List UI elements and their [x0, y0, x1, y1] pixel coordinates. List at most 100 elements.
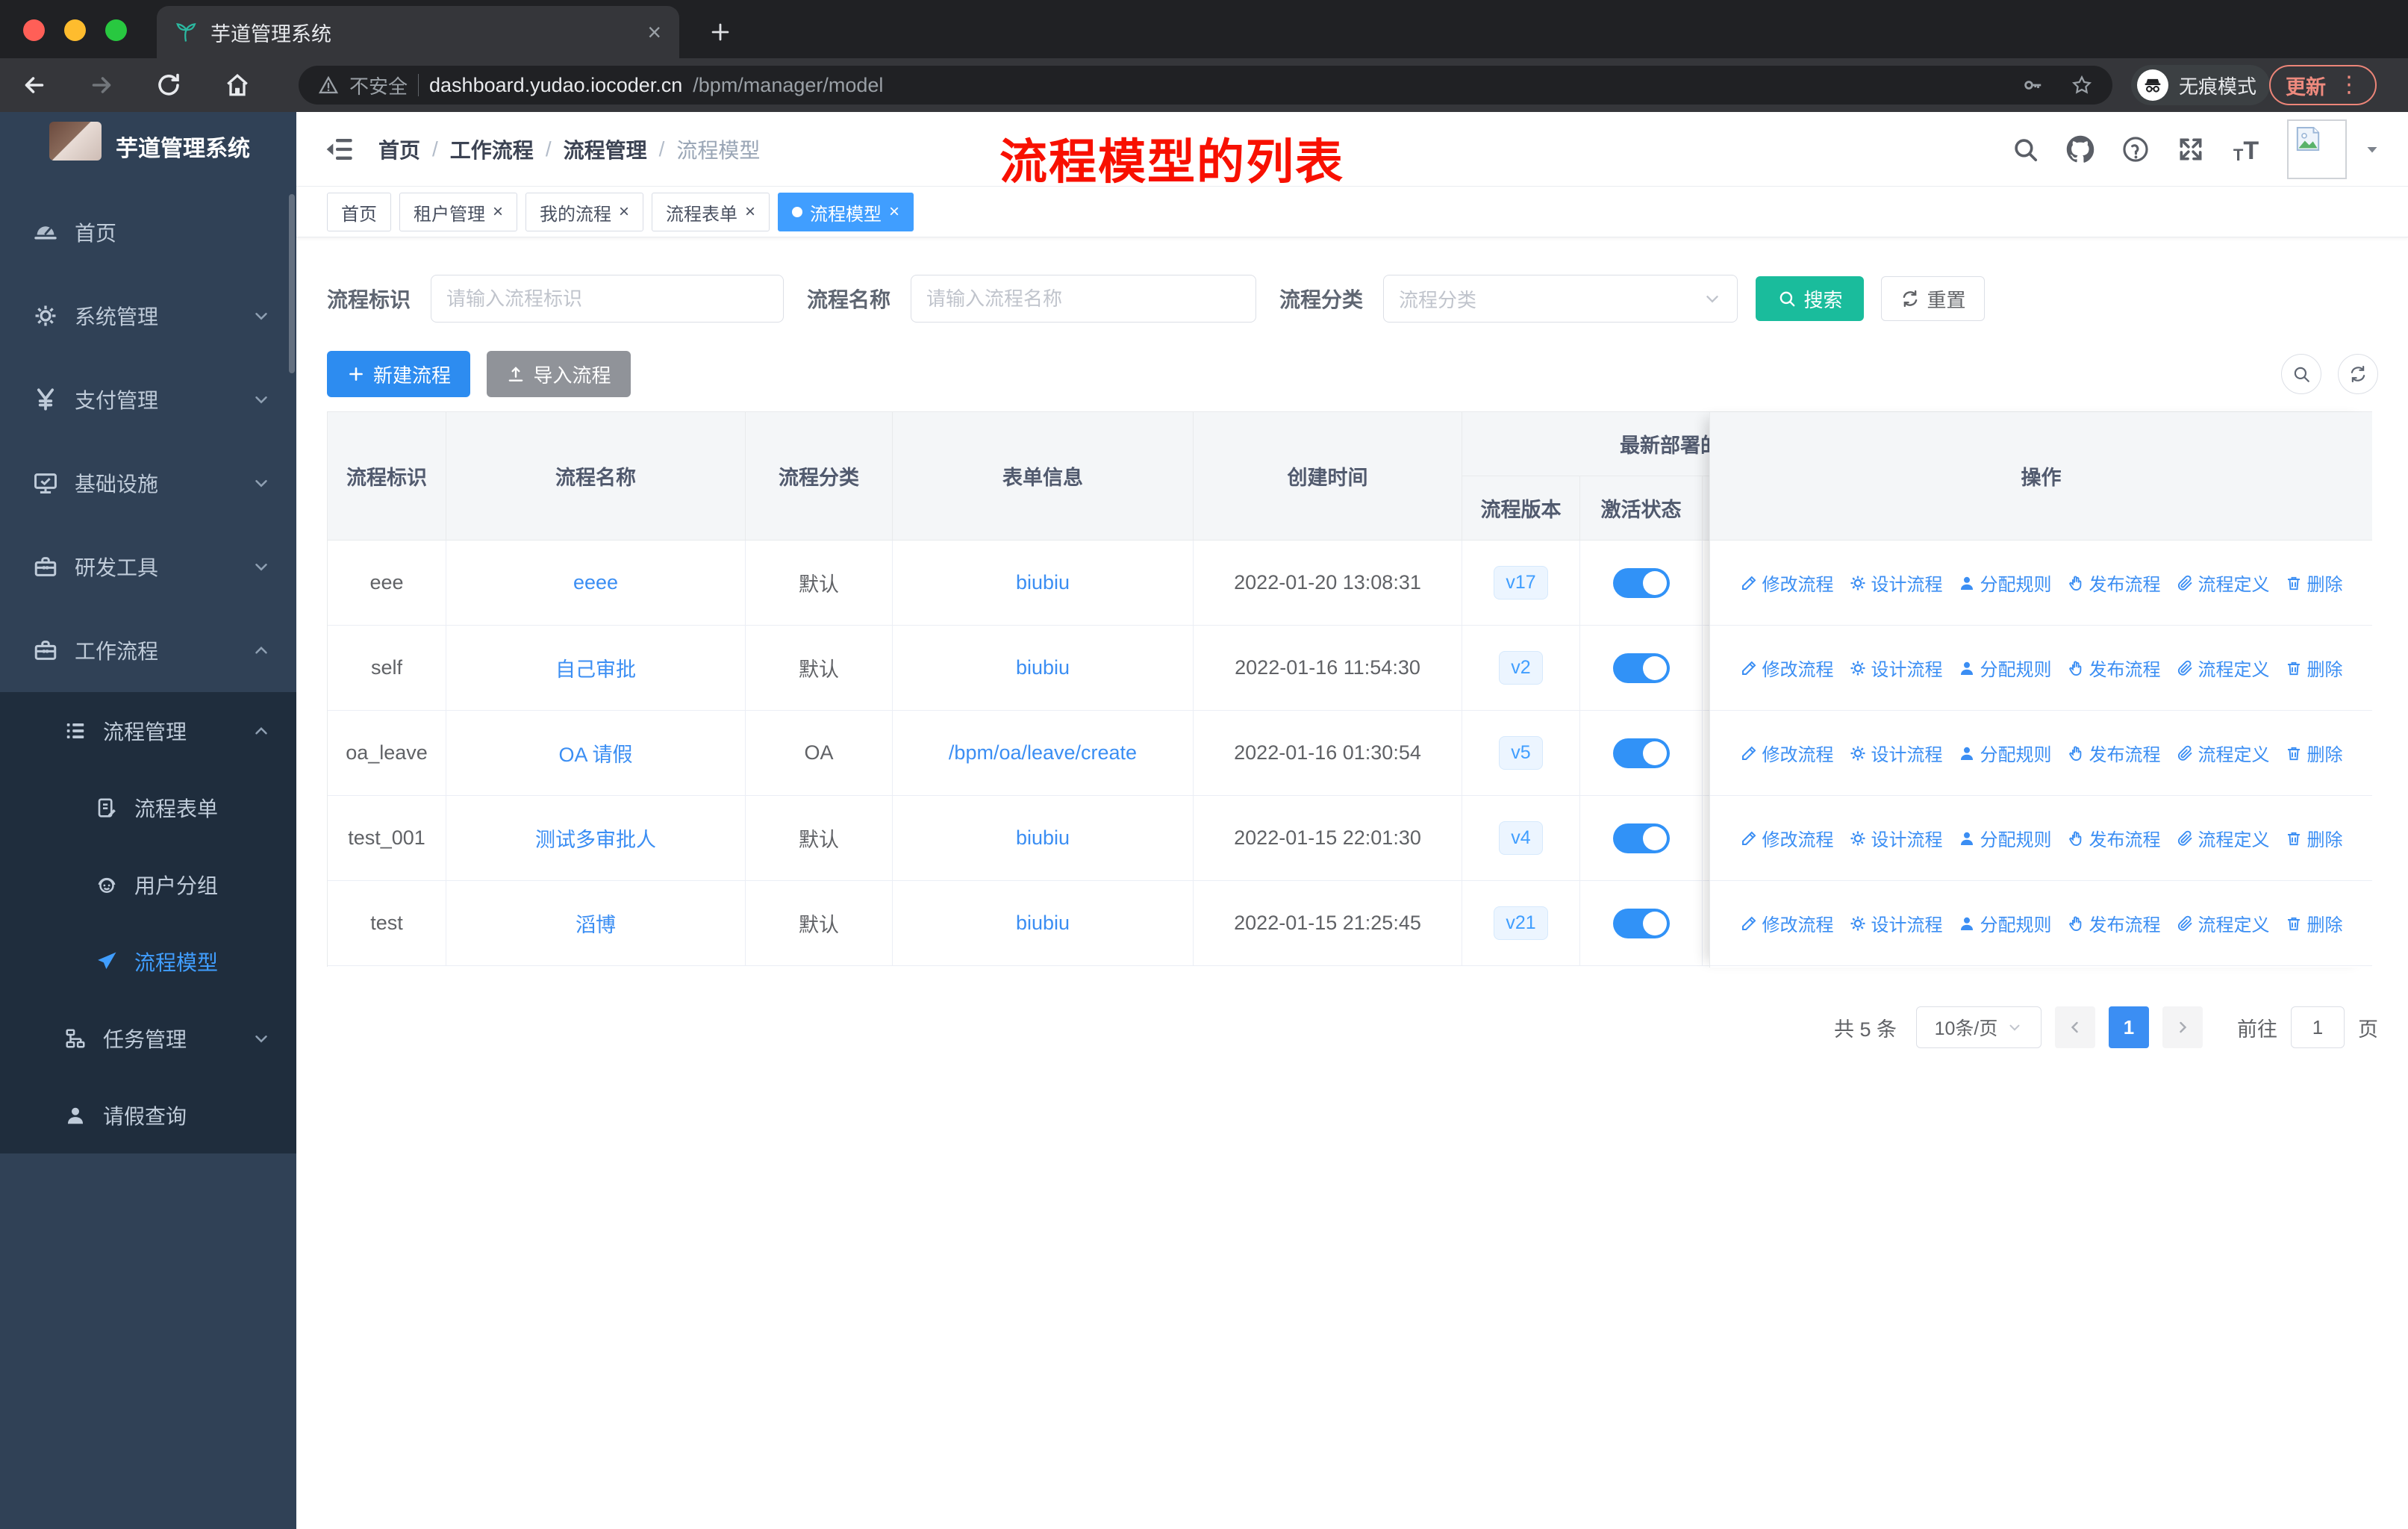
action-删除[interactable]: 删除 [2285, 910, 2343, 936]
show-search-button[interactable] [2281, 354, 2321, 394]
active-toggle[interactable] [1612, 823, 1670, 853]
cell-form-link[interactable]: /bpm/oa/leave/create [893, 711, 1194, 796]
action-流程定义[interactable]: 流程定义 [2176, 655, 2270, 681]
action-设计流程[interactable]: 设计流程 [1849, 570, 1943, 596]
tag-首页[interactable]: 首页 [327, 193, 391, 231]
active-toggle[interactable] [1612, 738, 1670, 768]
sidebar-item-流程表单[interactable]: 流程表单 [0, 769, 296, 846]
sidebar-item-任务管理[interactable]: 任务管理 [0, 1000, 296, 1077]
version-tag[interactable]: v17 [1494, 566, 1548, 600]
address-bar[interactable]: 不安全 dashboard.yudao.iocoder.cn/bpm/manag… [299, 66, 2112, 105]
collapse-sidebar-icon[interactable] [325, 134, 355, 164]
tag-我的流程[interactable]: 我的流程 × [525, 193, 644, 231]
tag-流程模型[interactable]: 流程模型 × [778, 193, 914, 231]
action-分配规则[interactable]: 分配规则 [1958, 825, 2052, 851]
action-设计流程[interactable]: 设计流程 [1849, 825, 1943, 851]
action-发布流程[interactable]: 发布流程 [2067, 655, 2161, 681]
security-label[interactable]: 不安全 [349, 72, 408, 99]
action-发布流程[interactable]: 发布流程 [2067, 825, 2161, 851]
cell-name-link[interactable]: 滔博 [446, 881, 746, 966]
version-tag[interactable]: v2 [1499, 651, 1543, 685]
action-设计流程[interactable]: 设计流程 [1849, 910, 1943, 936]
category-select[interactable]: 流程分类 [1383, 275, 1738, 323]
action-设计流程[interactable]: 设计流程 [1849, 655, 1943, 681]
close-icon[interactable]: × [619, 203, 629, 221]
github-icon[interactable] [2066, 135, 2094, 164]
browser-menu-icon[interactable]: ⋮ [2338, 74, 2360, 96]
sidebar-item-请假查询[interactable]: 请假查询 [0, 1077, 296, 1153]
sidebar-item-研发工具[interactable]: 研发工具 [0, 525, 296, 608]
tag-流程表单[interactable]: 流程表单 × [652, 193, 770, 231]
action-分配规则[interactable]: 分配规则 [1958, 570, 2052, 596]
tag-租户管理[interactable]: 租户管理 × [399, 193, 518, 231]
breadcrumb-item[interactable]: 工作流程 [450, 134, 534, 164]
action-分配规则[interactable]: 分配规则 [1958, 740, 2052, 766]
sidebar-item-用户分组[interactable]: 用户分组 [0, 846, 296, 923]
fontsize-icon[interactable]: TT [2232, 135, 2260, 164]
action-删除[interactable]: 删除 [2285, 655, 2343, 681]
cell-name-link[interactable]: 测试多审批人 [446, 796, 746, 881]
import-model-button[interactable]: 导入流程 [487, 351, 631, 397]
back-icon[interactable] [21, 72, 48, 99]
action-流程定义[interactable]: 流程定义 [2176, 825, 2270, 851]
version-tag[interactable]: v21 [1494, 906, 1548, 940]
refresh-table-button[interactable] [2338, 354, 2378, 394]
version-tag[interactable]: v5 [1499, 736, 1543, 770]
action-分配规则[interactable]: 分配规则 [1958, 655, 2052, 681]
active-toggle[interactable] [1612, 653, 1670, 683]
sidebar-item-系统管理[interactable]: 系统管理 [0, 274, 296, 358]
sidebar-item-工作流程[interactable]: 工作流程 [0, 608, 296, 692]
cell-form-link[interactable]: biubiu [893, 881, 1194, 966]
close-icon[interactable]: × [889, 203, 899, 221]
sidebar-item-首页[interactable]: 首页 [0, 190, 296, 274]
close-tab-icon[interactable]: × [647, 20, 661, 44]
name-input[interactable] [911, 275, 1257, 323]
action-流程定义[interactable]: 流程定义 [2176, 740, 2270, 766]
create-model-button[interactable]: 新建流程 [327, 351, 470, 397]
action-删除[interactable]: 删除 [2285, 570, 2343, 596]
bookmark-star-icon[interactable] [2071, 74, 2093, 96]
breadcrumb-item[interactable]: 首页 [378, 134, 420, 164]
reload-icon[interactable] [155, 72, 182, 99]
action-分配规则[interactable]: 分配规则 [1958, 910, 2052, 936]
cell-name-link[interactable]: 自己审批 [446, 626, 746, 711]
breadcrumb-item[interactable]: 流程管理 [564, 134, 647, 164]
reset-button[interactable]: 重置 [1881, 276, 1986, 321]
action-发布流程[interactable]: 发布流程 [2067, 740, 2161, 766]
action-发布流程[interactable]: 发布流程 [2067, 570, 2161, 596]
key-icon[interactable] [2021, 74, 2044, 96]
avatar[interactable] [2287, 119, 2347, 179]
sidebar-item-支付管理[interactable]: 支付管理 [0, 358, 296, 441]
action-修改流程[interactable]: 修改流程 [1740, 825, 1834, 851]
close-window-button[interactable] [23, 19, 45, 41]
action-修改流程[interactable]: 修改流程 [1740, 910, 1834, 936]
cell-name-link[interactable]: OA 请假 [446, 711, 746, 796]
prev-page-button[interactable] [2055, 1006, 2095, 1048]
cell-form-link[interactable]: biubiu [893, 626, 1194, 711]
cell-name-link[interactable]: eeee [446, 541, 746, 626]
action-流程定义[interactable]: 流程定义 [2176, 570, 2270, 596]
action-修改流程[interactable]: 修改流程 [1740, 655, 1834, 681]
action-设计流程[interactable]: 设计流程 [1849, 740, 1943, 766]
key-input[interactable] [431, 275, 785, 323]
cell-form-link[interactable]: biubiu [893, 541, 1194, 626]
fullscreen-icon[interactable] [2177, 135, 2205, 164]
action-修改流程[interactable]: 修改流程 [1740, 740, 1834, 766]
sidebar-scrollbar[interactable] [289, 194, 295, 373]
close-icon[interactable]: × [745, 203, 755, 221]
home-icon[interactable] [224, 72, 251, 99]
next-page-button[interactable] [2162, 1006, 2203, 1048]
goto-page-input[interactable] [2291, 1006, 2345, 1048]
forward-icon[interactable] [88, 72, 115, 99]
help-icon[interactable] [2121, 135, 2150, 164]
active-toggle[interactable] [1612, 567, 1670, 598]
caret-down-icon[interactable] [2363, 140, 2381, 158]
browser-tab[interactable]: 芋道管理系统 × [157, 6, 679, 58]
minimize-window-button[interactable] [64, 19, 86, 41]
sidebar-item-流程管理[interactable]: 流程管理 [0, 692, 296, 769]
cell-form-link[interactable]: biubiu [893, 796, 1194, 881]
page-number-button[interactable]: 1 [2109, 1006, 2149, 1048]
sidebar-item-基础设施[interactable]: 基础设施 [0, 441, 296, 525]
action-发布流程[interactable]: 发布流程 [2067, 910, 2161, 936]
action-删除[interactable]: 删除 [2285, 825, 2343, 851]
